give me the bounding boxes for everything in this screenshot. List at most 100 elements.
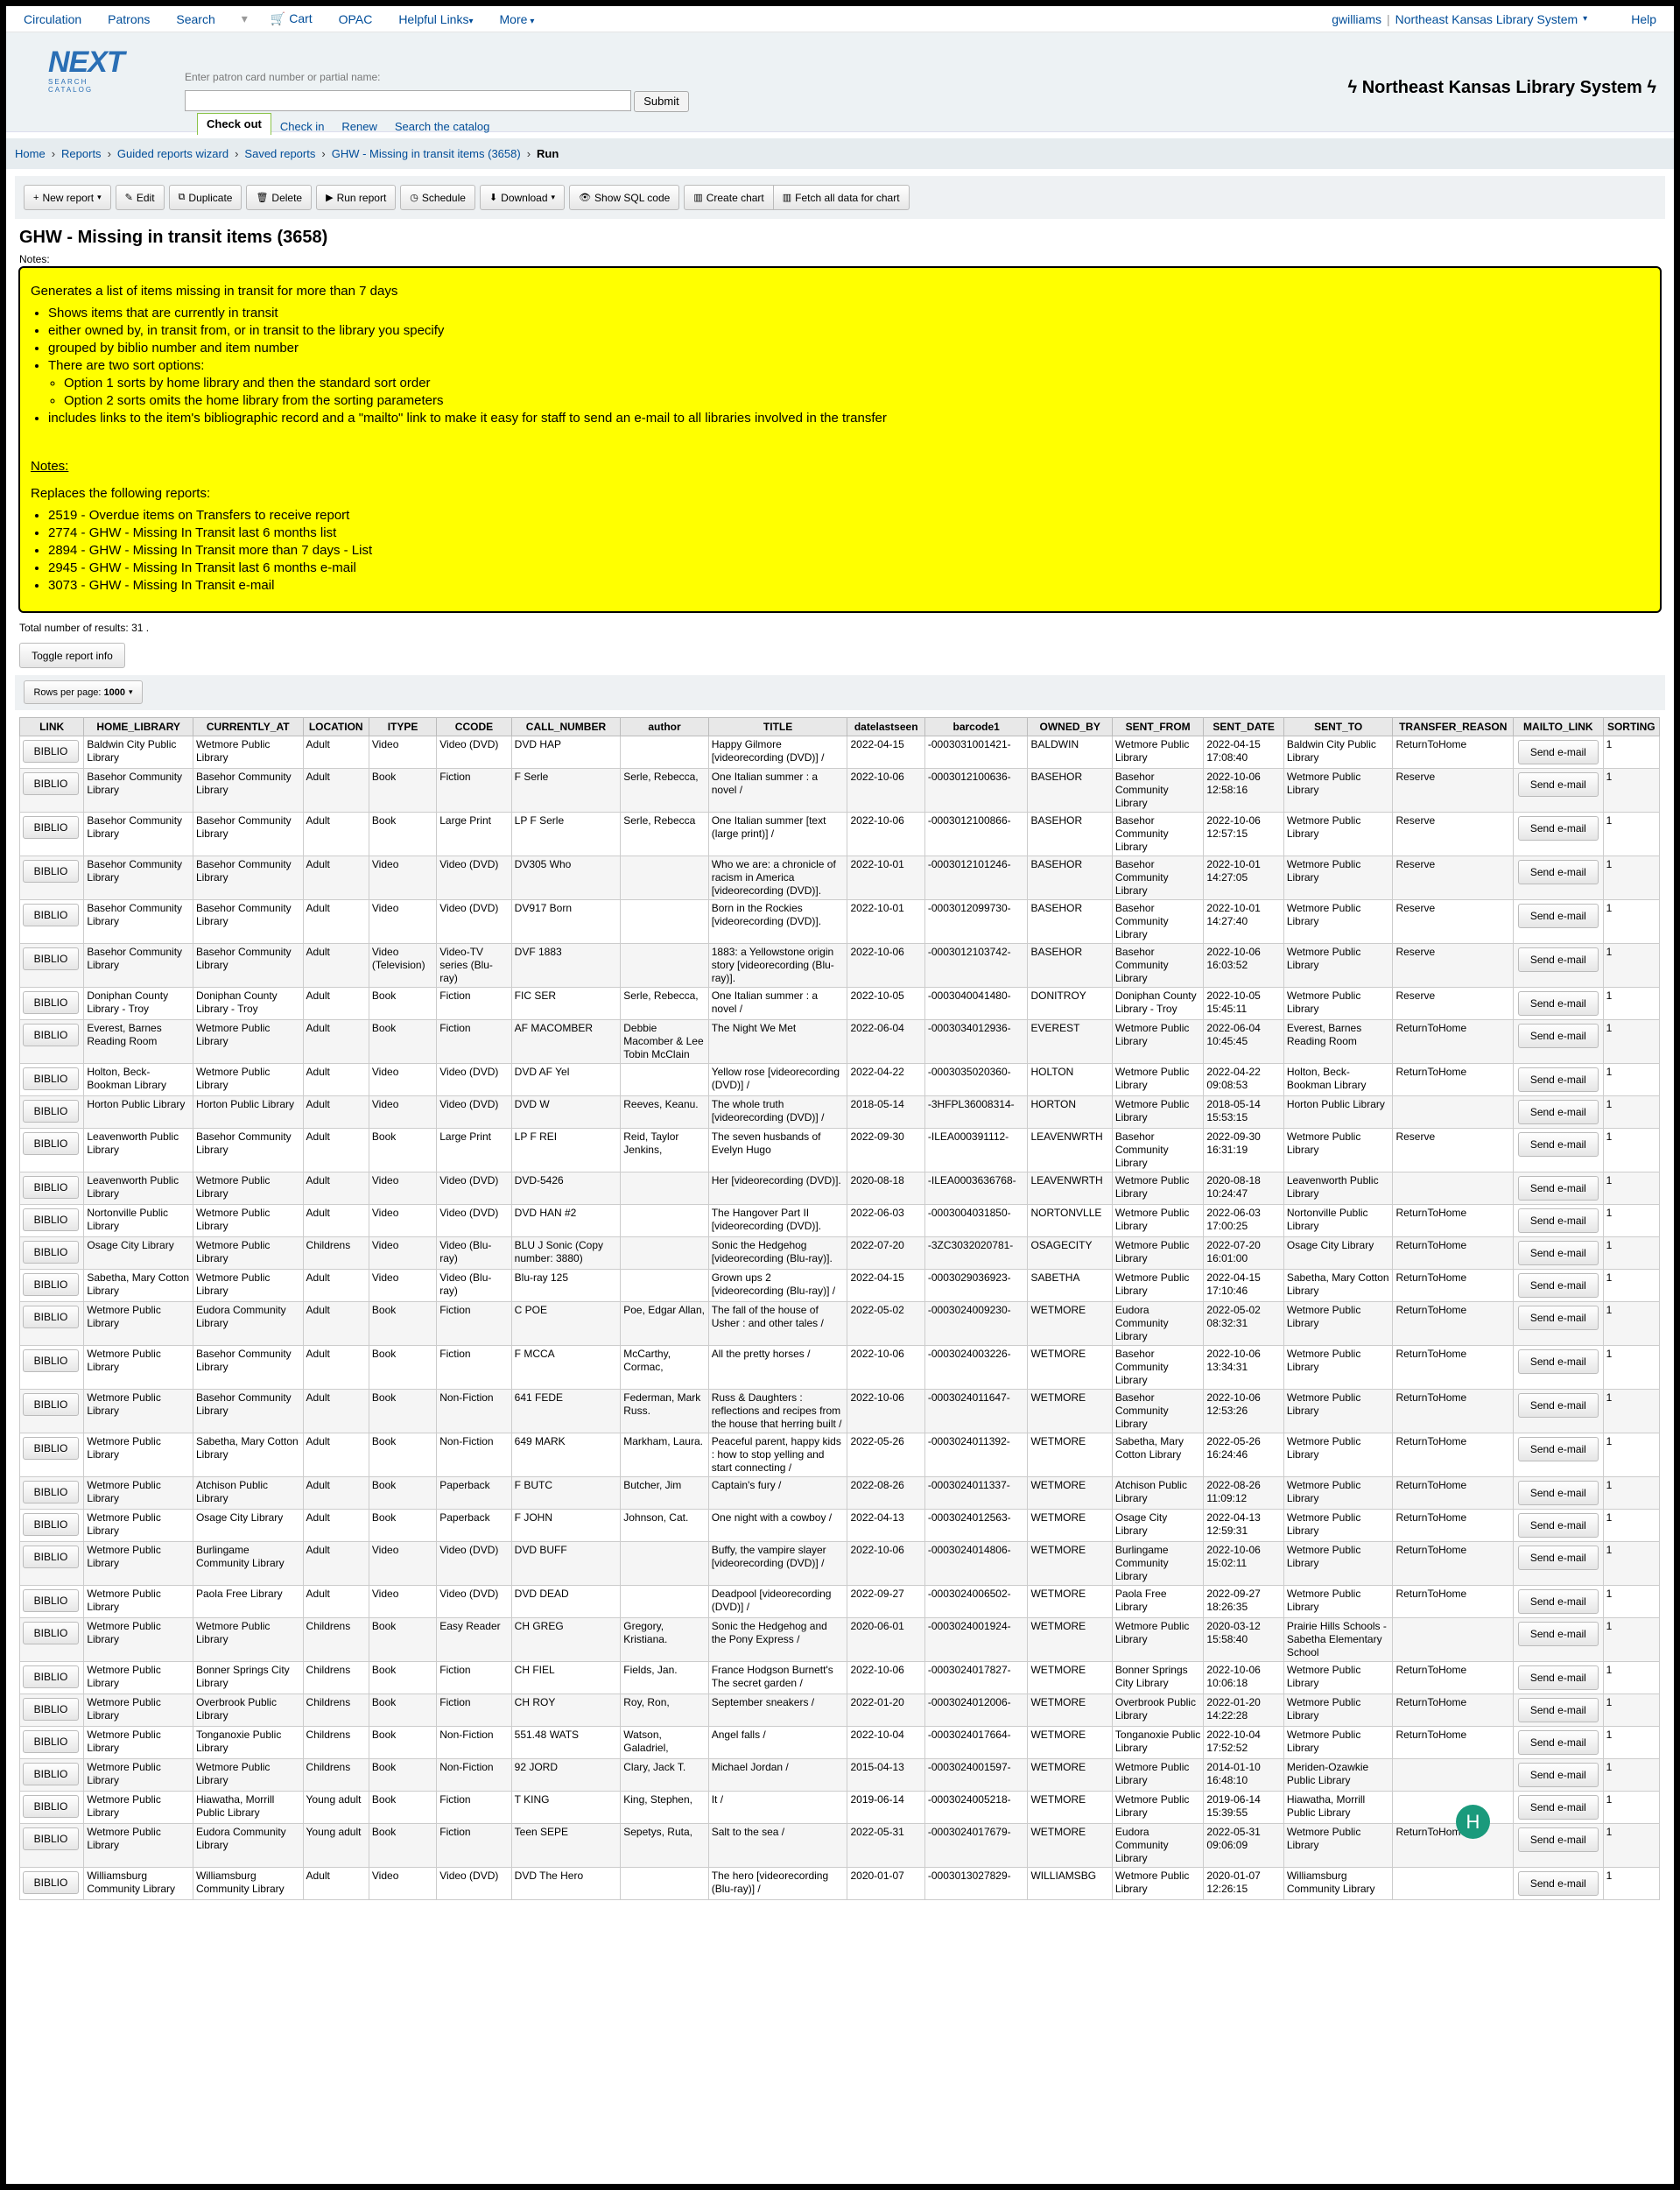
- breadcrumb-guided-reports[interactable]: Guided reports wizard: [117, 147, 228, 160]
- column-header[interactable]: CCODE: [436, 717, 512, 736]
- send-email-button[interactable]: Send e-mail: [1517, 1763, 1599, 1787]
- send-email-button[interactable]: Send e-mail: [1517, 1100, 1599, 1124]
- send-email-button[interactable]: Send e-mail: [1517, 1730, 1599, 1755]
- schedule-button[interactable]: ◷ Schedule: [400, 185, 475, 210]
- breadcrumb-home[interactable]: Home: [15, 147, 46, 160]
- logo[interactable]: NEXT SEARCH CATALOG: [48, 46, 129, 94]
- send-email-button[interactable]: Send e-mail: [1517, 904, 1599, 928]
- send-email-button[interactable]: Send e-mail: [1517, 816, 1599, 841]
- send-email-button[interactable]: Send e-mail: [1517, 1306, 1599, 1330]
- biblio-button[interactable]: BIBLIO: [23, 1067, 79, 1090]
- fetch-all-data-button[interactable]: ▥ Fetch all data for chart: [773, 185, 910, 210]
- send-email-button[interactable]: Send e-mail: [1517, 1795, 1599, 1820]
- biblio-button[interactable]: BIBLIO: [23, 1024, 79, 1046]
- column-header[interactable]: TRANSFER_REASON: [1392, 717, 1515, 736]
- biblio-button[interactable]: BIBLIO: [23, 904, 79, 926]
- send-email-button[interactable]: Send e-mail: [1517, 1871, 1599, 1896]
- biblio-button[interactable]: BIBLIO: [23, 1437, 79, 1460]
- biblio-button[interactable]: BIBLIO: [23, 991, 79, 1014]
- biblio-button[interactable]: BIBLIO: [23, 1349, 79, 1372]
- send-email-button[interactable]: Send e-mail: [1517, 1208, 1599, 1233]
- send-email-button[interactable]: Send e-mail: [1517, 1827, 1599, 1852]
- submit-button[interactable]: Submit: [634, 91, 689, 112]
- column-header[interactable]: ITYPE: [368, 717, 438, 736]
- column-header[interactable]: CURRENTLY_AT: [192, 717, 304, 736]
- branch-menu[interactable]: Northeast Kansas Library System: [1395, 12, 1578, 26]
- column-header[interactable]: barcode1: [924, 717, 1029, 736]
- biblio-button[interactable]: BIBLIO: [23, 1665, 79, 1688]
- breadcrumb-saved-reports[interactable]: Saved reports: [244, 147, 315, 160]
- biblio-button[interactable]: BIBLIO: [23, 1273, 79, 1296]
- nav-opac[interactable]: OPAC: [339, 12, 373, 26]
- biblio-button[interactable]: BIBLIO: [23, 1208, 79, 1231]
- send-email-button[interactable]: Send e-mail: [1517, 772, 1599, 797]
- send-email-button[interactable]: Send e-mail: [1517, 1481, 1599, 1505]
- send-email-button[interactable]: Send e-mail: [1517, 1513, 1599, 1538]
- column-header[interactable]: MAILTO_LINK: [1513, 717, 1604, 736]
- biblio-button[interactable]: BIBLIO: [23, 1100, 79, 1123]
- send-email-button[interactable]: Send e-mail: [1517, 1589, 1599, 1614]
- biblio-button[interactable]: BIBLIO: [23, 1589, 79, 1612]
- nav-helpful-links[interactable]: Helpful Links▾: [398, 12, 473, 26]
- nav-patrons[interactable]: Patrons: [108, 12, 150, 26]
- column-header[interactable]: CALL_NUMBER: [510, 717, 622, 736]
- patron-search-input[interactable]: [185, 90, 631, 111]
- send-email-button[interactable]: Send e-mail: [1517, 1393, 1599, 1418]
- send-email-button[interactable]: Send e-mail: [1517, 991, 1599, 1016]
- biblio-button[interactable]: BIBLIO: [23, 1306, 79, 1328]
- send-email-button[interactable]: Send e-mail: [1517, 1622, 1599, 1646]
- biblio-button[interactable]: BIBLIO: [23, 1393, 79, 1416]
- send-email-button[interactable]: Send e-mail: [1517, 1437, 1599, 1461]
- nav-search-dropdown[interactable]: ▾: [242, 11, 248, 26]
- nav-search[interactable]: Search: [176, 12, 214, 26]
- column-header[interactable]: SENT_DATE: [1203, 717, 1284, 736]
- send-email-button[interactable]: Send e-mail: [1517, 1067, 1599, 1092]
- column-header[interactable]: datelastseen: [847, 717, 925, 736]
- send-email-button[interactable]: Send e-mail: [1517, 740, 1599, 764]
- create-chart-button[interactable]: ▥ Create chart: [684, 185, 774, 210]
- user-menu[interactable]: gwilliams: [1332, 12, 1381, 26]
- biblio-button[interactable]: BIBLIO: [23, 1481, 79, 1503]
- biblio-button[interactable]: BIBLIO: [23, 772, 79, 795]
- run-report-button[interactable]: ▶ Run report: [316, 185, 397, 210]
- show-sql-button[interactable]: 👁 Show SQL code: [569, 185, 680, 210]
- tab-check-out[interactable]: Check out: [197, 113, 271, 135]
- breadcrumb-reports[interactable]: Reports: [61, 147, 102, 160]
- biblio-button[interactable]: BIBLIO: [23, 1622, 79, 1644]
- biblio-button[interactable]: BIBLIO: [23, 1730, 79, 1753]
- avatar[interactable]: H: [1456, 1805, 1490, 1839]
- send-email-button[interactable]: Send e-mail: [1517, 1241, 1599, 1265]
- toggle-report-info-button[interactable]: Toggle report info: [19, 643, 125, 668]
- biblio-button[interactable]: BIBLIO: [23, 740, 79, 763]
- help-link[interactable]: Help: [1631, 12, 1656, 26]
- biblio-button[interactable]: BIBLIO: [23, 1763, 79, 1785]
- download-button[interactable]: ⬇ Download ▾: [479, 185, 566, 210]
- send-email-button[interactable]: Send e-mail: [1517, 860, 1599, 884]
- biblio-button[interactable]: BIBLIO: [23, 1795, 79, 1818]
- biblio-button[interactable]: BIBLIO: [23, 816, 79, 839]
- delete-button[interactable]: 🗑 Delete: [246, 185, 313, 210]
- column-header[interactable]: OWNED_BY: [1027, 717, 1113, 736]
- column-header[interactable]: SENT_TO: [1283, 717, 1394, 736]
- nav-more[interactable]: More ▾: [500, 12, 535, 26]
- nav-circulation[interactable]: Circulation: [24, 12, 81, 26]
- send-email-button[interactable]: Send e-mail: [1517, 1273, 1599, 1298]
- edit-button[interactable]: ✎ Edit: [115, 185, 165, 210]
- column-header[interactable]: SORTING: [1602, 717, 1661, 736]
- send-email-button[interactable]: Send e-mail: [1517, 1665, 1599, 1690]
- biblio-button[interactable]: BIBLIO: [23, 1546, 79, 1568]
- nav-cart[interactable]: 🛒 Cart: [271, 11, 313, 26]
- send-email-button[interactable]: Send e-mail: [1517, 1132, 1599, 1157]
- column-header[interactable]: author: [620, 717, 709, 736]
- tab-renew[interactable]: Renew: [333, 118, 385, 135]
- column-header[interactable]: HOME_LIBRARY: [83, 717, 193, 736]
- biblio-button[interactable]: BIBLIO: [23, 947, 79, 970]
- column-header[interactable]: SENT_FROM: [1111, 717, 1205, 736]
- rows-per-page-dropdown[interactable]: Rows per page: 1000 ▾: [24, 680, 143, 704]
- tab-search-catalog[interactable]: Search the catalog: [386, 118, 498, 135]
- column-header[interactable]: LINK: [18, 717, 85, 736]
- breadcrumb-report[interactable]: GHW - Missing in transit items (3658): [332, 147, 521, 160]
- send-email-button[interactable]: Send e-mail: [1517, 1024, 1599, 1048]
- biblio-button[interactable]: BIBLIO: [23, 1871, 79, 1894]
- new-report-button[interactable]: + New report ▾: [24, 185, 111, 210]
